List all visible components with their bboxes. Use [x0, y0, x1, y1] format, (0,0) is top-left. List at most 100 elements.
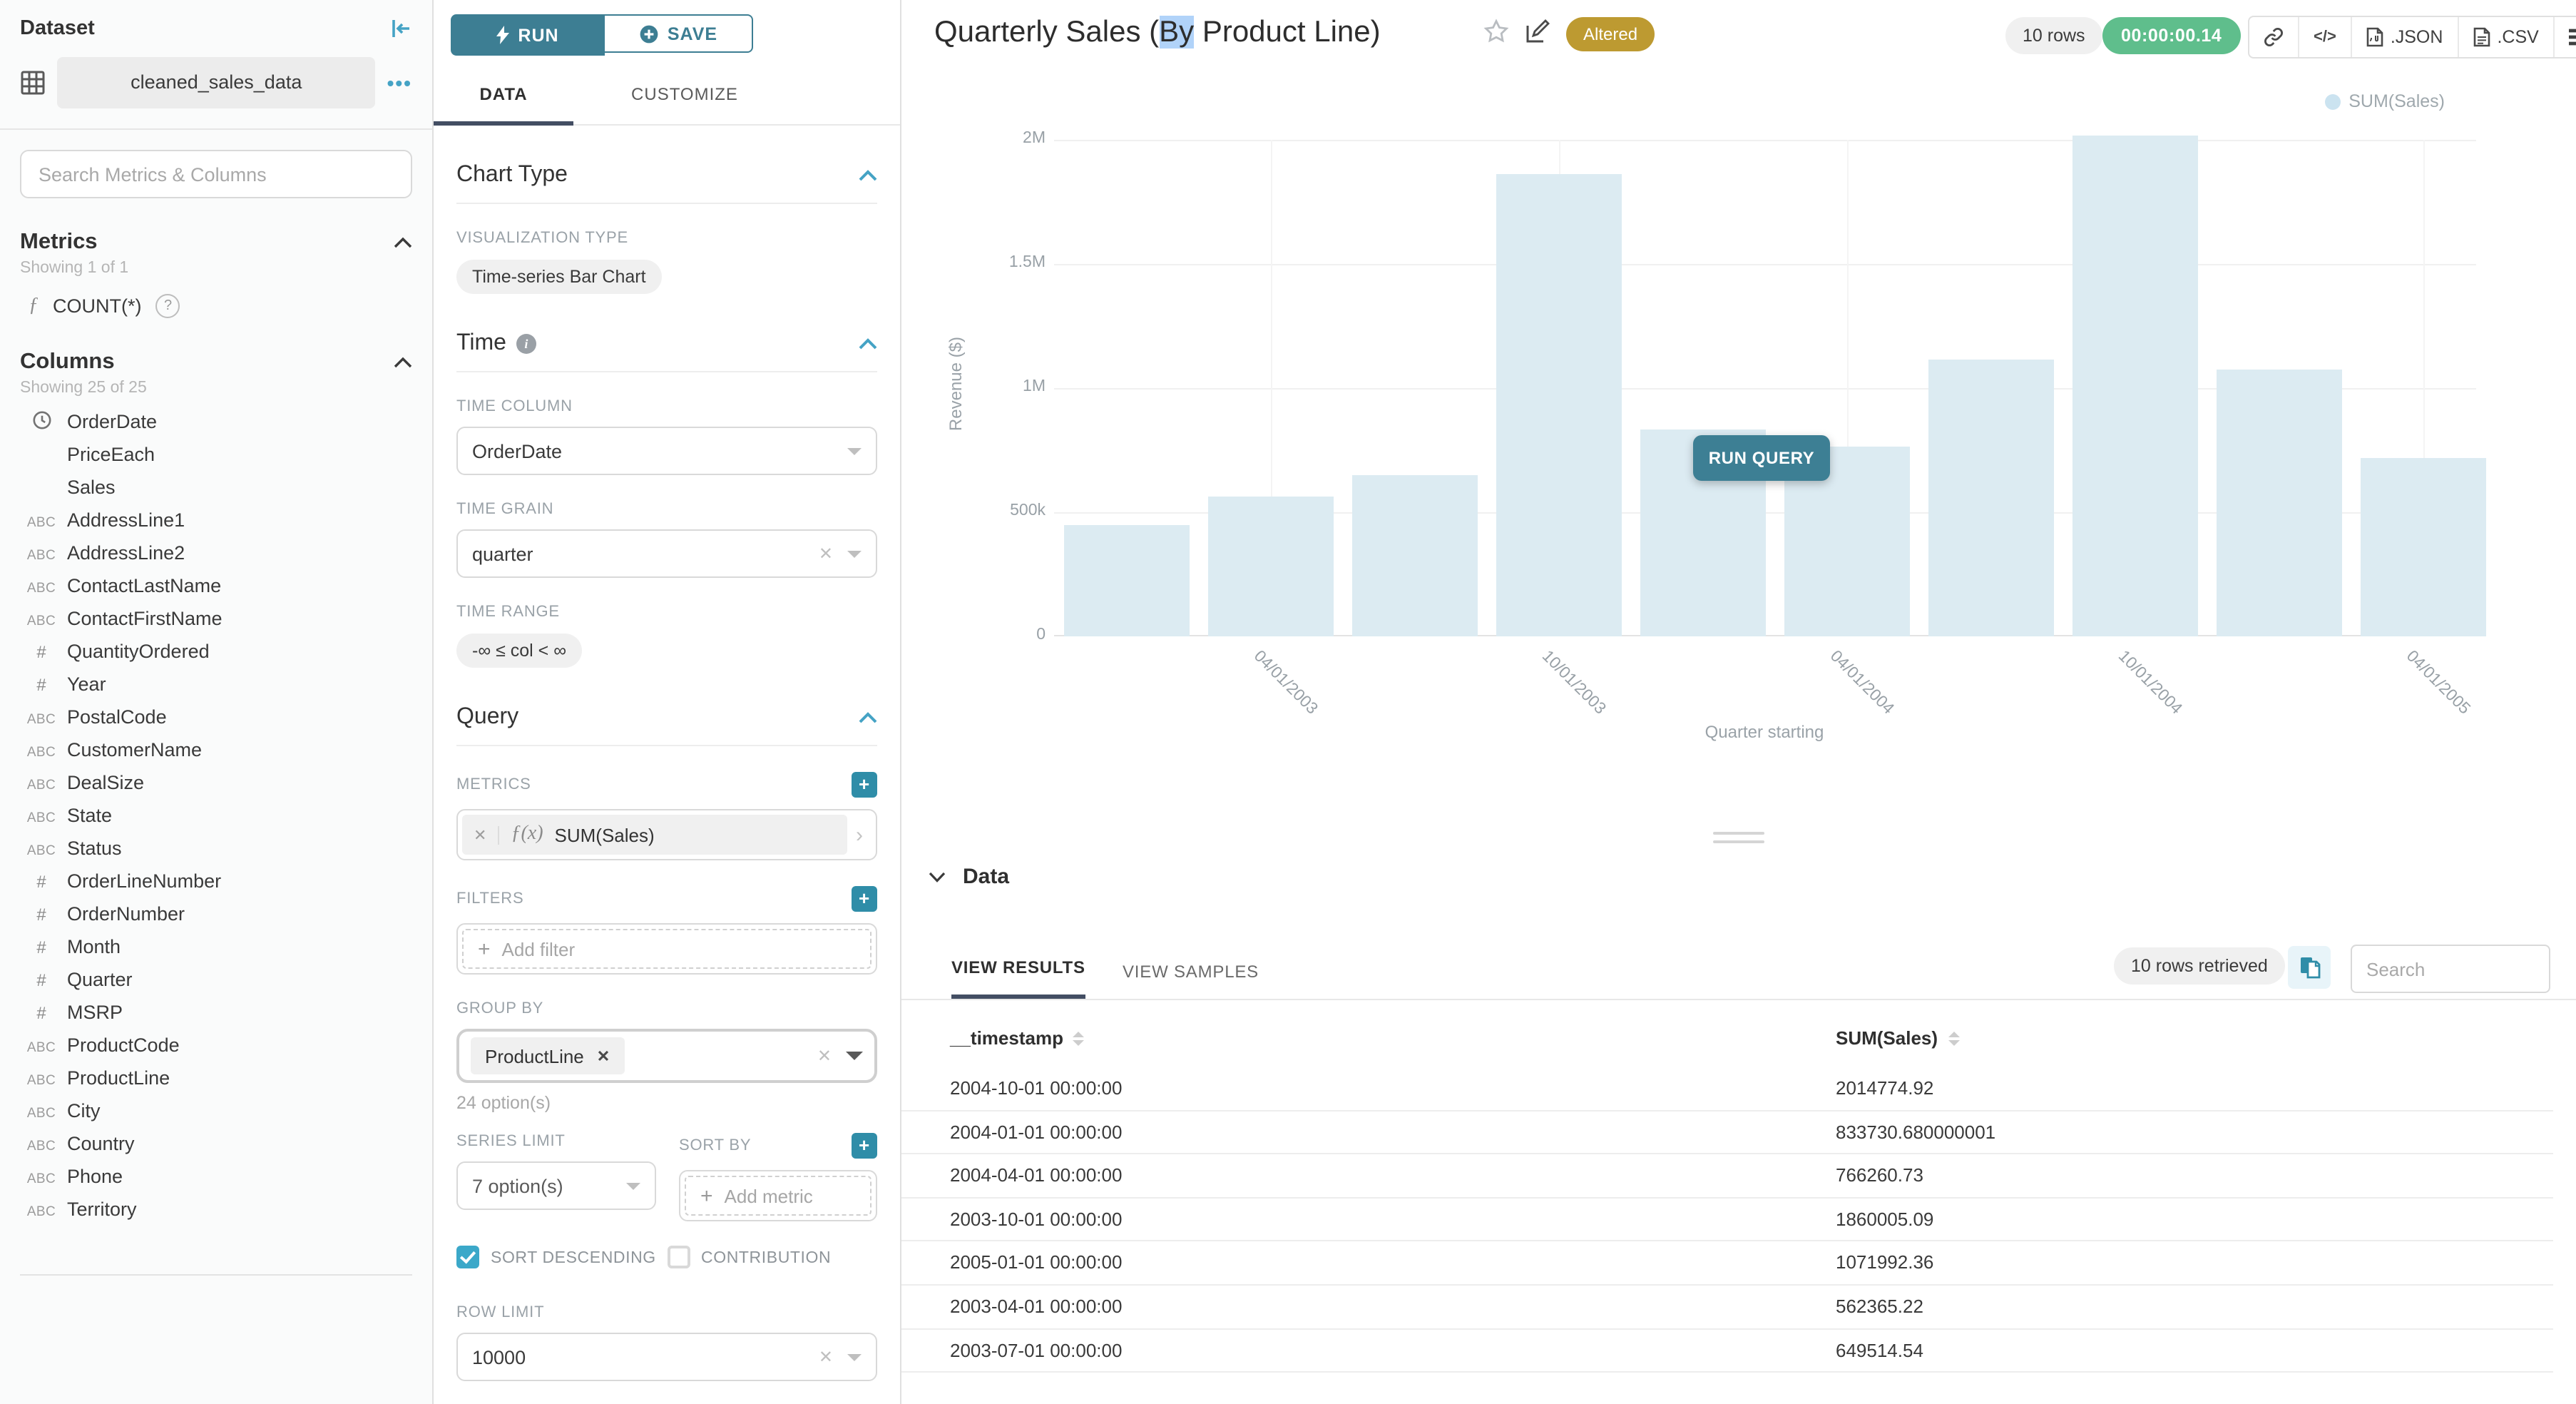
add-sort-metric-dropzone[interactable]: + Add metric: [685, 1176, 872, 1216]
table-row[interactable]: 2003-10-01 00:00:001860005.09: [901, 1199, 2553, 1242]
bar-2004-07-01[interactable]: [1928, 359, 2053, 636]
sort-icon[interactable]: [1948, 1031, 1959, 1045]
column-item[interactable]: ABCPostalCode: [0, 701, 432, 733]
chevron-down-icon[interactable]: [929, 871, 946, 882]
viz-type-value[interactable]: Time-series Bar Chart: [456, 260, 662, 294]
chart-legend[interactable]: SUM(Sales): [2324, 91, 2445, 111]
column-item[interactable]: #OrderLineNumber: [0, 865, 432, 897]
column-header[interactable]: __timestamp: [950, 1027, 1085, 1049]
run-button[interactable]: RUN: [451, 14, 605, 56]
series-limit-select[interactable]: 7 option(s): [456, 1161, 656, 1210]
tab-view-results[interactable]: VIEW RESULTS: [951, 957, 1085, 999]
table-row[interactable]: 2003-04-01 00:00:00562365.22: [901, 1286, 2553, 1329]
bar-2005-01-01[interactable]: [2216, 370, 2341, 636]
column-item[interactable]: PriceEach: [0, 438, 432, 471]
help-icon[interactable]: ?: [156, 294, 180, 318]
clear-icon[interactable]: ✕: [819, 1347, 833, 1367]
altered-badge[interactable]: Altered: [1566, 17, 1655, 51]
bar-2003-04-01[interactable]: [1207, 497, 1333, 636]
column-item[interactable]: #QuantityOrdered: [0, 635, 432, 668]
export-csv-button[interactable]: .CSV: [2458, 17, 2554, 57]
embed-code-button[interactable]: </>: [2299, 17, 2352, 57]
chevron-up-icon[interactable]: [394, 357, 412, 368]
chevron-right-icon[interactable]: ›: [847, 823, 872, 847]
column-item[interactable]: OrderDate: [0, 405, 432, 438]
share-link-button[interactable]: [2249, 17, 2299, 57]
page-title[interactable]: Quarterly Sales (By Product Line): [934, 16, 1381, 50]
tab-data[interactable]: DATA: [434, 76, 573, 120]
time-range-value[interactable]: -∞ ≤ col < ∞: [456, 634, 582, 668]
time-column-select[interactable]: OrderDate: [456, 427, 877, 475]
column-item[interactable]: ABCCity: [0, 1094, 432, 1127]
table-row[interactable]: 2005-01-01 00:00:001071992.36: [901, 1242, 2553, 1286]
row-limit-select[interactable]: 10000 ✕: [456, 1333, 877, 1381]
table-row[interactable]: 2004-01-01 00:00:00833730.680000001: [901, 1111, 2553, 1154]
chevron-up-icon[interactable]: [859, 170, 877, 181]
tab-customize[interactable]: CUSTOMIZE: [619, 76, 750, 120]
remove-metric-icon[interactable]: ✕: [474, 825, 499, 844]
column-item[interactable]: ABCPhone: [0, 1160, 432, 1193]
column-header[interactable]: SUM(Sales): [1836, 1027, 1959, 1049]
dataset-more-icon[interactable]: •••: [387, 71, 412, 94]
contribution-checkbox[interactable]: CONTRIBUTION: [667, 1244, 877, 1273]
metrics-columns-search[interactable]: [20, 150, 412, 198]
column-item[interactable]: ABCAddressLine2: [0, 536, 432, 569]
checkbox-unchecked-icon[interactable]: [667, 1246, 690, 1268]
column-item[interactable]: #OrderNumber: [0, 897, 432, 930]
remove-chip-icon[interactable]: ✕: [597, 1047, 610, 1065]
column-item[interactable]: ABCDealSize: [0, 766, 432, 799]
bar-2003-07-01[interactable]: [1351, 475, 1477, 636]
table-row[interactable]: 2004-10-01 00:00:002014774.92: [901, 1067, 2553, 1111]
data-search-input[interactable]: [2352, 958, 2549, 980]
chevron-up-icon[interactable]: [859, 712, 877, 723]
collapse-panel-icon[interactable]: [389, 17, 412, 40]
chevron-up-icon[interactable]: [394, 237, 412, 248]
column-item[interactable]: ABCContactLastName: [0, 569, 432, 602]
column-item[interactable]: ABCProductCode: [0, 1029, 432, 1062]
bar-2005-04-01[interactable]: [2360, 458, 2485, 636]
favorite-star-icon[interactable]: [1483, 19, 1509, 44]
column-item[interactable]: ABCAddressLine1: [0, 504, 432, 536]
bar-2004-10-01[interactable]: [2072, 136, 2197, 636]
group-by-select[interactable]: ProductLine ✕ ✕: [456, 1029, 877, 1083]
data-search[interactable]: [2351, 945, 2550, 993]
column-item[interactable]: ABCCustomerName: [0, 733, 432, 766]
column-item[interactable]: #Month: [0, 930, 432, 963]
table-row[interactable]: 2004-04-01 00:00:00766260.73: [901, 1154, 2553, 1198]
checkbox-checked-icon[interactable]: [456, 1246, 479, 1268]
column-item[interactable]: #Year: [0, 668, 432, 701]
chevron-up-icon[interactable]: [859, 338, 877, 350]
sort-descending-checkbox[interactable]: SORT DESCENDING: [456, 1244, 667, 1273]
export-json-button[interactable]: .JSON: [2352, 17, 2459, 57]
save-button[interactable]: SAVE: [605, 14, 753, 53]
copy-data-button[interactable]: [2288, 946, 2331, 989]
run-query-button[interactable]: RUN QUERY: [1693, 435, 1830, 481]
column-item[interactable]: ABCContactFirstName: [0, 602, 432, 635]
group-by-chip[interactable]: ProductLine ✕: [471, 1037, 624, 1074]
time-grain-select[interactable]: quarter ✕: [456, 529, 877, 578]
search-input[interactable]: [21, 163, 411, 185]
column-item[interactable]: Sales: [0, 471, 432, 504]
column-item[interactable]: ABCProductLine: [0, 1062, 432, 1094]
bar-2003-10-01[interactable]: [1496, 175, 1621, 636]
sort-icon[interactable]: [1073, 1031, 1085, 1045]
panel-resize-handle[interactable]: [1713, 832, 1764, 849]
column-item[interactable]: ABCStatus: [0, 832, 432, 865]
edit-title-icon[interactable]: [1525, 19, 1550, 44]
bar-chart-plot[interactable]: [1054, 140, 2476, 636]
add-sort-metric-button[interactable]: +: [852, 1133, 877, 1159]
clear-icon[interactable]: ✕: [817, 1046, 832, 1066]
add-filter-button[interactable]: +: [852, 886, 877, 912]
dataset-name[interactable]: cleaned_sales_data: [57, 57, 376, 108]
add-metric-button[interactable]: +: [852, 772, 877, 798]
column-item[interactable]: #Quarter: [0, 963, 432, 996]
column-item[interactable]: ABCState: [0, 799, 432, 832]
table-row[interactable]: 2003-07-01 00:00:00649514.54: [901, 1329, 2553, 1373]
chart-menu-button[interactable]: [2555, 17, 2576, 57]
column-item[interactable]: ABCCountry: [0, 1127, 432, 1160]
clear-icon[interactable]: ✕: [819, 544, 833, 564]
column-item[interactable]: #MSRP: [0, 996, 432, 1029]
tab-view-samples[interactable]: VIEW SAMPLES: [1123, 962, 1259, 999]
column-item[interactable]: ABCTerritory: [0, 1193, 432, 1226]
metric-item[interactable]: ƒ COUNT(*) ?: [0, 277, 432, 321]
